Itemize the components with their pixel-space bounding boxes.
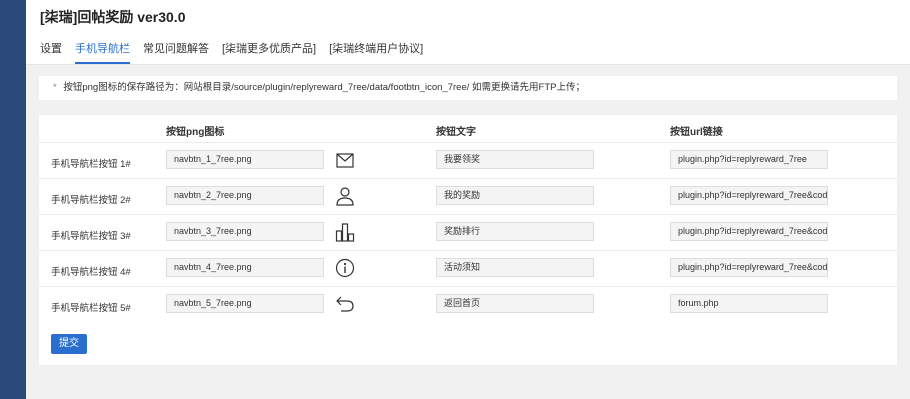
table-row: 手机导航栏按钮 2# navbtn_2_7ree.png 我的奖励 plugin…	[39, 178, 897, 214]
main-content: * 按钮png图标的保存路径为：网站根目录/source/plugin/repl…	[26, 65, 910, 399]
row-label: 手机导航栏按钮 2#	[51, 195, 131, 206]
table-row: 手机导航栏按钮 4# navbtn_4_7ree.png 活动须知 plugin…	[39, 250, 897, 286]
url-input[interactable]: plugin.php?id=replyreward_7ree	[670, 150, 828, 169]
url-input[interactable]: plugin.php?id=replyreward_7ree&cod	[670, 186, 828, 205]
page-title: [柒瑞]回帖奖励 ver30.0	[40, 9, 186, 25]
png-input[interactable]: navbtn_3_7ree.png	[166, 222, 324, 241]
row-label: 手机导航栏按钮 5#	[51, 303, 131, 314]
tab-settings[interactable]: 设置	[40, 40, 62, 64]
tab-user-agreement[interactable]: [柒瑞终端用户协议]	[329, 40, 423, 64]
nav-button-table: 按钮png图标 按钮文字 按钮url链接 手机导航栏按钮 1# navbtn_1…	[39, 115, 897, 365]
tab-more-products[interactable]: [柒瑞更多优质产品]	[222, 40, 316, 64]
row-label: 手机导航栏按钮 4#	[51, 267, 131, 278]
url-input[interactable]: plugin.php?id=replyreward_7ree&cod	[670, 222, 828, 241]
envelope-icon	[336, 153, 354, 168]
table-row: 手机导航栏按钮 1# navbtn_1_7ree.png 我要领奖 plugin…	[39, 142, 897, 178]
png-input[interactable]: navbtn_1_7ree.png	[166, 150, 324, 169]
text-input[interactable]: 我要领奖	[436, 150, 594, 169]
url-input[interactable]: plugin.php?id=replyreward_7ree&cod	[670, 258, 828, 277]
user-icon	[336, 187, 354, 206]
notice-bullet: *	[53, 82, 57, 93]
header-text: 按钮文字	[436, 127, 476, 138]
row-label: 手机导航栏按钮 1#	[51, 159, 131, 170]
tab-bar: 设置 手机导航栏 常见问题解答 [柒瑞更多优质产品] [柒瑞终端用户协议]	[40, 40, 436, 64]
text-input[interactable]: 我的奖励	[436, 186, 594, 205]
png-input[interactable]: navbtn_4_7ree.png	[166, 258, 324, 277]
text-input[interactable]: 返回首页	[436, 294, 594, 313]
table-row: 手机导航栏按钮 3# navbtn_3_7ree.png 奖励排行 plugin…	[39, 214, 897, 250]
row-label: 手机导航栏按钮 3#	[51, 231, 131, 242]
header-icon: 按钮png图标	[166, 127, 225, 138]
submit-button[interactable]: 提交	[51, 334, 87, 354]
bar-chart-icon	[335, 223, 355, 242]
png-input[interactable]: navbtn_5_7ree.png	[166, 294, 324, 313]
header: [柒瑞]回帖奖励 ver30.0 设置 手机导航栏 常见问题解答 [柒瑞更多优质…	[26, 0, 910, 65]
header-url: 按钮url链接	[670, 127, 723, 138]
left-sidebar	[0, 0, 26, 399]
return-icon	[336, 296, 354, 312]
png-input[interactable]: navbtn_2_7ree.png	[166, 186, 324, 205]
info-icon	[335, 258, 355, 278]
tab-faq[interactable]: 常见问题解答	[143, 40, 209, 64]
tab-mobile-nav[interactable]: 手机导航栏	[75, 40, 130, 64]
notice-text: 按钮png图标的保存路径为：网站根目录/source/plugin/replyr…	[63, 82, 585, 93]
text-input[interactable]: 奖励排行	[436, 222, 594, 241]
url-input[interactable]: forum.php	[670, 294, 828, 313]
notice-bar: * 按钮png图标的保存路径为：网站根目录/source/plugin/repl…	[39, 76, 897, 100]
text-input[interactable]: 活动须知	[436, 258, 594, 277]
table-row: 手机导航栏按钮 5# navbtn_5_7ree.png 返回首页 forum.…	[39, 286, 897, 322]
